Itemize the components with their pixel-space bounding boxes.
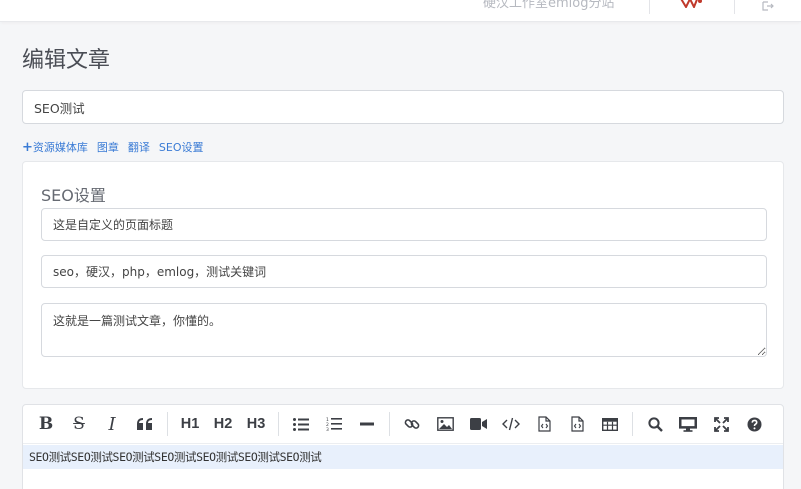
code-button[interactable] bbox=[500, 410, 522, 438]
quote-icon bbox=[137, 418, 152, 430]
file-code2-icon bbox=[570, 416, 584, 432]
monitor-icon bbox=[679, 416, 697, 432]
markdown-editor: B S I H1 H2 H3 1 2 3 SEO测试SEO测试SEO测试SEO测… bbox=[22, 404, 784, 489]
seo-settings-link[interactable]: SEO设置 bbox=[159, 139, 204, 155]
media-library-label: 资源媒体库 bbox=[32, 141, 88, 154]
italic-button[interactable]: I bbox=[101, 410, 123, 438]
link-button[interactable] bbox=[401, 410, 423, 438]
site-tagline[interactable]: 硬汉工作室emlog分站 bbox=[483, 0, 614, 11]
video-icon bbox=[469, 418, 487, 430]
h1-button[interactable]: H1 bbox=[179, 410, 201, 438]
fullscreen-button[interactable] bbox=[710, 410, 732, 438]
help-button[interactable] bbox=[743, 410, 765, 438]
logout-icon[interactable] bbox=[762, 0, 774, 11]
table-button[interactable] bbox=[599, 410, 621, 438]
strikethrough-button[interactable]: S bbox=[68, 410, 90, 438]
page-title: 编辑文章 bbox=[22, 48, 111, 73]
top-header: 硬汉工作室emlog分站 bbox=[0, 0, 801, 22]
seo-page-title-input[interactable] bbox=[41, 208, 767, 241]
horizontal-rule-icon bbox=[360, 422, 374, 426]
post-title-input[interactable] bbox=[22, 90, 784, 124]
image-icon bbox=[436, 417, 454, 431]
file-code-icon bbox=[537, 416, 551, 432]
toolbar-divider bbox=[389, 412, 390, 436]
seo-keywords-input[interactable] bbox=[41, 255, 767, 288]
table-icon bbox=[602, 417, 618, 431]
toolbar-divider bbox=[632, 412, 633, 436]
h3-button[interactable]: H3 bbox=[245, 410, 267, 438]
media-library-link[interactable]: +资源媒体库 bbox=[22, 139, 88, 155]
seo-settings-panel: SEO设置 这就是一篇测试文章，你懂的。 bbox=[22, 161, 784, 389]
translate-link[interactable]: 翻译 bbox=[128, 139, 150, 155]
bullet-list-icon bbox=[293, 417, 309, 431]
quote-button[interactable] bbox=[134, 410, 156, 438]
toolbar-divider bbox=[278, 412, 279, 436]
cover-link[interactable]: 图章 bbox=[97, 139, 119, 155]
video-button[interactable] bbox=[467, 410, 489, 438]
search-icon bbox=[647, 416, 663, 432]
editor-links: +资源媒体库 图章 翻译 SEO设置 bbox=[22, 139, 204, 155]
help-icon bbox=[747, 417, 761, 431]
h2-button[interactable]: H2 bbox=[212, 410, 234, 438]
seo-heading: SEO设置 bbox=[41, 186, 106, 205]
editor-content-line[interactable]: SEO测试SEO测试SEO测试SEO测试SEO测试SEO测试SEO测试 bbox=[23, 445, 783, 469]
ordered-list-icon: 1 2 3 bbox=[326, 417, 342, 431]
seo-description-textarea[interactable]: 这就是一篇测试文章，你懂的。 bbox=[41, 303, 767, 357]
image-button[interactable] bbox=[434, 410, 456, 438]
file-code2-button[interactable] bbox=[566, 410, 588, 438]
ordered-list-button[interactable]: 1 2 3 bbox=[323, 410, 345, 438]
bold-button[interactable]: B bbox=[35, 410, 57, 438]
avatar-icon[interactable] bbox=[676, 0, 706, 8]
svg-text:3: 3 bbox=[326, 427, 329, 431]
bullet-list-button[interactable] bbox=[290, 410, 312, 438]
toolbar-divider bbox=[167, 412, 168, 436]
plus-icon: + bbox=[22, 140, 33, 155]
code-icon bbox=[502, 417, 520, 431]
editor-toolbar: B S I H1 H2 H3 1 2 3 bbox=[23, 405, 783, 444]
link-icon bbox=[404, 419, 420, 429]
header-divider bbox=[649, 0, 650, 14]
horizontal-rule-button[interactable] bbox=[356, 410, 378, 438]
header-divider bbox=[734, 0, 735, 14]
fullscreen-icon bbox=[713, 416, 729, 432]
search-button[interactable] bbox=[644, 410, 666, 438]
preview-button[interactable] bbox=[677, 410, 699, 438]
file-code-button[interactable] bbox=[533, 410, 555, 438]
